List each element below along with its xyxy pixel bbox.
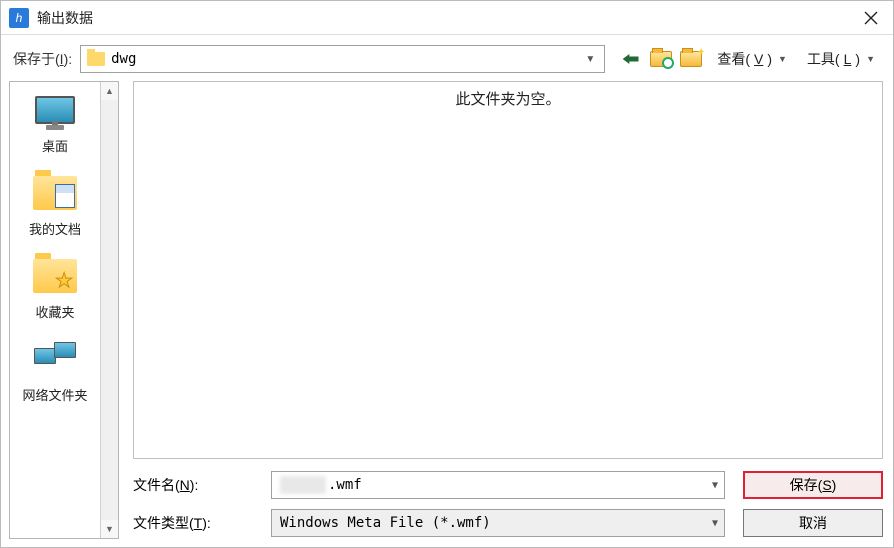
places-scrollbar[interactable]: ▲ ▼	[100, 82, 118, 538]
filename-value: .wmf	[328, 477, 362, 493]
file-list-view[interactable]: 此文件夹为空。	[133, 81, 883, 459]
favorites-icon	[33, 259, 77, 293]
chevron-down-icon: ▼	[712, 480, 718, 491]
network-icon	[34, 342, 76, 376]
scroll-up-icon[interactable]: ▲	[101, 82, 118, 100]
search-folder-icon	[650, 51, 672, 67]
places-label: 收藏夹	[35, 302, 74, 321]
app-icon: h	[9, 8, 29, 28]
tools-menu-button[interactable]: 工具(L) ▼	[801, 46, 881, 72]
search-folder-button[interactable]	[649, 48, 673, 70]
main-panel: 此文件夹为空。 文件名(N): .wmf ▼ 保存(S)	[119, 81, 893, 547]
back-arrow-icon	[621, 51, 641, 67]
redacted-text	[280, 476, 326, 494]
places-label: 网络文件夹	[22, 385, 87, 404]
places-label: 桌面	[42, 136, 68, 155]
chevron-down-icon: ▼	[582, 54, 598, 65]
body-area: 桌面 我的文档 收藏夹 网络文件夹 ▲ ▼	[1, 81, 893, 547]
scroll-track[interactable]	[101, 100, 118, 520]
save-in-value: dwg	[111, 51, 576, 67]
new-folder-icon	[680, 51, 702, 67]
places-favorites[interactable]: 收藏夹	[12, 256, 98, 321]
places-list: 桌面 我的文档 收藏夹 网络文件夹	[10, 82, 100, 538]
close-button[interactable]	[857, 4, 885, 32]
folder-icon	[87, 52, 105, 66]
chevron-down-icon: ▼	[778, 54, 787, 64]
places-network[interactable]: 网络文件夹	[12, 339, 98, 404]
places-bar: 桌面 我的文档 收藏夹 网络文件夹 ▲ ▼	[9, 81, 119, 539]
places-documents[interactable]: 我的文档	[12, 173, 98, 238]
filetype-row: 文件类型(T): Windows Meta File (*.wmf) ▼ 取消	[133, 509, 883, 537]
new-folder-button[interactable]	[679, 48, 703, 70]
chevron-down-icon: ▼	[866, 54, 875, 64]
bottom-controls: 文件名(N): .wmf ▼ 保存(S) 文件类型(T): Wind	[133, 471, 883, 537]
places-label: 我的文档	[29, 219, 81, 238]
location-toolbar: 保存于(I): dwg ▼ 查看(V) ▼ 工具(L) ▼	[1, 35, 893, 81]
filetype-combo[interactable]: Windows Meta File (*.wmf) ▼	[271, 509, 725, 537]
save-in-combo[interactable]: dwg ▼	[80, 45, 605, 73]
title-bar: h 输出数据	[1, 1, 893, 35]
scroll-down-icon[interactable]: ▼	[101, 520, 118, 538]
close-icon	[864, 11, 878, 25]
dialog-export-data: h 输出数据 保存于(I): dwg ▼ 查看(V) ▼	[0, 0, 894, 548]
documents-icon	[33, 176, 77, 210]
chevron-down-icon: ▼	[712, 518, 718, 529]
filename-row: 文件名(N): .wmf ▼ 保存(S)	[133, 471, 883, 499]
filename-label: 文件名(N):	[133, 475, 253, 495]
empty-folder-msg: 此文件夹为空。	[455, 88, 560, 458]
places-desktop[interactable]: 桌面	[12, 90, 98, 155]
view-menu-button[interactable]: 查看(V) ▼	[711, 46, 793, 72]
cancel-button[interactable]: 取消	[743, 509, 883, 537]
save-in-label: 保存于(I):	[13, 49, 72, 69]
filetype-value: Windows Meta File (*.wmf)	[280, 515, 491, 531]
save-button[interactable]: 保存(S)	[743, 471, 883, 499]
back-button[interactable]	[619, 48, 643, 70]
desktop-icon	[35, 96, 75, 124]
window-title: 输出数据	[37, 8, 857, 28]
nav-icons-group	[619, 48, 703, 70]
filename-input[interactable]: .wmf ▼	[271, 471, 725, 499]
filetype-label: 文件类型(T):	[133, 513, 253, 533]
